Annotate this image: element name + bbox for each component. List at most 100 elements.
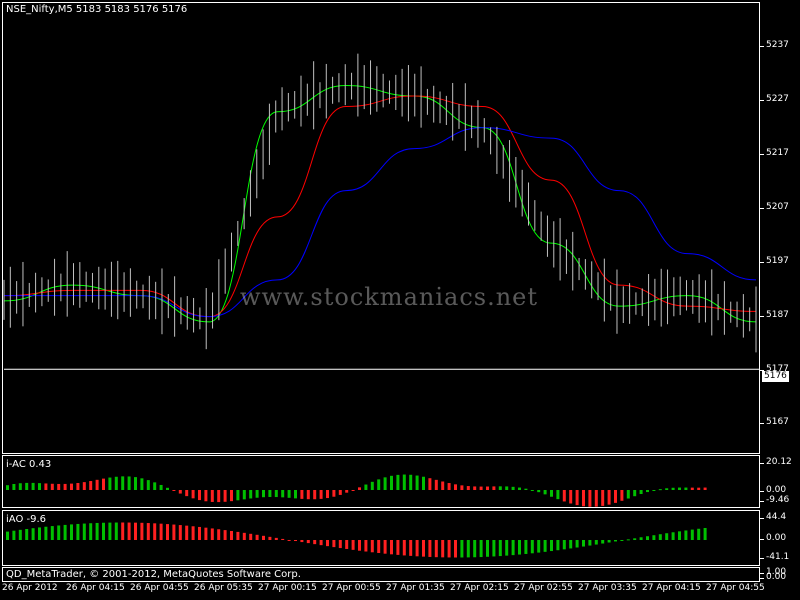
ao-axis: 44.4 0.00 -41.1 (759, 510, 800, 566)
ac-bar (108, 477, 112, 490)
ao-bar (198, 526, 201, 540)
ac-bar (415, 475, 419, 490)
ac-bar (25, 482, 29, 490)
ao-bar (12, 530, 16, 540)
ac-bar (422, 476, 425, 490)
ao-bar (82, 523, 86, 540)
ao-bar (562, 540, 566, 550)
ac-bar (338, 490, 342, 495)
ac-bar (274, 490, 278, 498)
ao-bar (191, 526, 195, 540)
ao-bar (281, 538, 285, 540)
ac-bar (530, 490, 534, 491)
ac-bar (31, 482, 35, 490)
time-label: 27 Apr 00:55 (322, 583, 381, 593)
ao-bar (364, 540, 368, 552)
ao-bar (479, 540, 483, 558)
ac-bar (441, 481, 445, 490)
ao-bar (620, 540, 624, 541)
price-label: 5217 (760, 148, 789, 158)
ac-pane-title: i-AC 0.43 (6, 459, 52, 470)
ao-bar (575, 540, 579, 548)
ac-bar (127, 476, 131, 490)
ao-bar (114, 522, 118, 540)
price-label: 5187 (760, 310, 789, 320)
ac-bar (89, 481, 93, 490)
ac-bar (63, 483, 67, 490)
ao-bar (102, 522, 105, 540)
ao-bar (172, 524, 176, 540)
ac-bar (95, 479, 99, 490)
ac-bar (134, 477, 137, 490)
ao-bar (255, 534, 259, 540)
ao-bar (319, 540, 323, 546)
ac-bar (242, 490, 246, 500)
ac-bar (658, 489, 662, 491)
time-label: 26 Apr 05:35 (194, 583, 253, 593)
ao-bar (626, 539, 630, 541)
ac-bar (70, 483, 73, 490)
ao-bar (409, 540, 413, 556)
ao-bar (140, 522, 144, 540)
ao-bar (428, 540, 432, 557)
ac-bar (210, 490, 214, 502)
ac-bar (594, 490, 598, 507)
ac-bar (345, 490, 349, 493)
ac-bar (409, 474, 413, 490)
ao-bar (498, 540, 502, 557)
ao-bar (95, 522, 99, 540)
ao-bar (31, 528, 35, 540)
ac-bar (454, 484, 457, 490)
ac-bar (57, 483, 61, 490)
ao-bar (326, 540, 329, 547)
volume-axis: 1.00 0.00 (759, 567, 800, 582)
ao-bar (217, 529, 221, 540)
ac-bar (6, 485, 9, 490)
ao-bar (377, 540, 381, 554)
ao-bar (338, 540, 342, 549)
ac-bar (236, 490, 240, 501)
ao-bar (550, 540, 553, 552)
ao-bar (486, 540, 489, 557)
ao-bar (415, 540, 419, 557)
ac-bar (703, 487, 707, 490)
ac-bar (466, 486, 470, 490)
ao-bar (492, 540, 496, 557)
ao-bar (287, 539, 291, 541)
ac-bar (428, 478, 432, 490)
price-label: 5197 (760, 256, 789, 266)
ac-bar (460, 485, 464, 490)
ac-bar (306, 490, 310, 500)
ac-bar (159, 484, 163, 490)
ao-bar (383, 540, 387, 554)
ao-bar (108, 522, 112, 540)
ac-bar (140, 478, 144, 490)
ac-bar (82, 482, 86, 490)
ao-bar (294, 540, 297, 542)
ao-bar (460, 540, 464, 558)
ac-bar (351, 490, 355, 491)
ac-bar (172, 490, 176, 491)
time-label: 27 Apr 00:15 (258, 583, 317, 593)
ac-bar (390, 475, 393, 490)
ac-bar (268, 490, 272, 497)
ac-bar (178, 490, 182, 494)
ao-bar (473, 540, 477, 558)
ac-bar (377, 479, 381, 490)
ac-bar (332, 490, 336, 497)
ao-bar (274, 537, 278, 540)
ao-bar (230, 530, 233, 540)
ac-bar (358, 487, 361, 490)
ac-bar (550, 490, 553, 497)
time-label: 26 Apr 04:55 (130, 583, 189, 593)
ao-bar (543, 540, 547, 552)
ac-bar (191, 490, 195, 499)
ao-bar (185, 525, 189, 540)
ao-bar (63, 524, 67, 540)
ao-bar (57, 525, 61, 540)
ac-bar (300, 490, 304, 499)
ac-bar (38, 483, 41, 490)
ac-bar (652, 490, 656, 491)
ac-label: 0.00 (759, 485, 787, 495)
ao-bar (166, 524, 169, 540)
